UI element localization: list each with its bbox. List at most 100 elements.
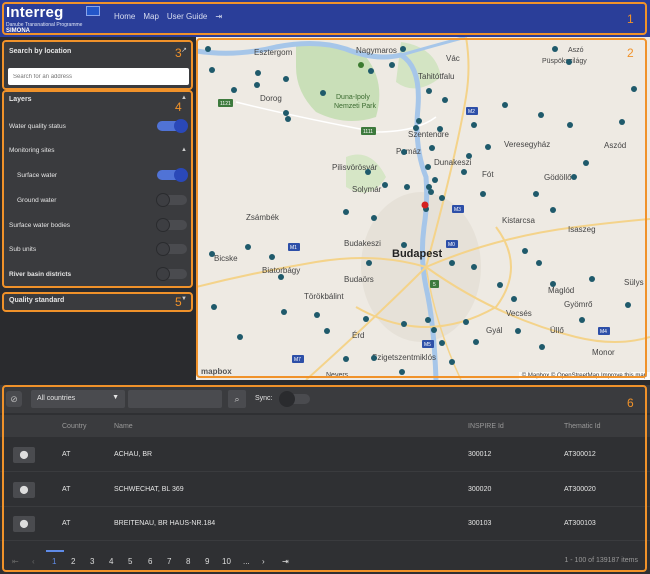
page-5[interactable]: 5 [128, 557, 132, 566]
selected-marker[interactable] [421, 201, 429, 209]
cell-thematic-id: AT300020 [564, 486, 596, 493]
cell-name: ACHAU, BR [114, 451, 153, 458]
prev-page-icon[interactable]: ‹ [32, 557, 35, 566]
cell-country: AT [62, 520, 71, 527]
annotation-number: 2 [627, 46, 634, 60]
sub-units-toggle[interactable] [156, 242, 187, 256]
country-select-value: All countries [37, 395, 76, 402]
layer-label: Sub units [9, 245, 37, 253]
collapse-arrow-icon[interactable]: ↗ [181, 46, 187, 54]
nav-map[interactable]: Map [143, 12, 159, 21]
svg-text:M2: M2 [468, 109, 475, 115]
map-label: Budaörs [344, 275, 374, 284]
page-4[interactable]: 4 [109, 557, 113, 566]
map-label: Zsámbék [246, 213, 280, 222]
layer-surface-water: Surface water [9, 168, 188, 182]
svg-text:1121: 1121 [220, 101, 231, 107]
app-root: Interreg Danube Transnational Programme … [0, 0, 650, 574]
interreg-logo[interactable]: Interreg Danube Transnational Programme … [4, 2, 108, 35]
svg-text:M5: M5 [424, 342, 431, 348]
next-page-icon[interactable]: › [262, 557, 265, 566]
table-search-input[interactable] [128, 390, 222, 408]
main-nav: Home Map User Guide ⇥ [114, 12, 222, 21]
map-attribution[interactable]: © Mapbox © OpenStreetMap Improve this ma… [518, 372, 650, 380]
items-count: 1 - 100 of 139187 items [564, 557, 638, 564]
top-header: Interreg Danube Transnational Programme … [0, 0, 650, 37]
water-quality-toggle[interactable] [157, 119, 188, 133]
map-label: Dorog [260, 94, 282, 103]
layer-monitoring-sites[interactable]: Monitoring sites ▲ [9, 144, 187, 156]
table-header: Country Name INSPIRE Id Thematic Id [0, 415, 650, 437]
map-pin-icon[interactable]: ⬤ [13, 482, 35, 498]
search-icon[interactable]: ⌕ [228, 390, 246, 408]
page-10[interactable]: 10 [222, 557, 231, 566]
logout-icon[interactable]: ⇥ [215, 12, 222, 21]
map-label: Budapest [392, 248, 442, 260]
clear-filter-icon[interactable]: ⊘ [6, 391, 22, 407]
column-header-thematic-id[interactable]: Thematic Id [564, 423, 601, 430]
page-3[interactable]: 3 [90, 557, 94, 566]
nav-home[interactable]: Home [114, 12, 135, 21]
map-label: Aszód [604, 141, 626, 150]
annotation-number: 4 [175, 100, 182, 114]
column-header-country[interactable]: Country [62, 423, 87, 430]
river-basin-districts-toggle[interactable] [156, 267, 187, 281]
active-page-indicator [46, 550, 64, 552]
map-label: Pomáz [396, 147, 421, 156]
page-2[interactable]: 2 [71, 557, 75, 566]
cell-country: AT [62, 486, 71, 493]
ground-water-toggle[interactable] [156, 193, 187, 207]
address-search-input[interactable] [8, 68, 189, 85]
cell-thematic-id: AT300012 [564, 451, 596, 458]
table-row[interactable]: ⬤ AT SCHWECHAT, BL 369 300020 AT300020 [0, 473, 650, 507]
map-label: Fót [482, 170, 494, 179]
layer-label: Water quality status [9, 122, 66, 130]
svg-text:M0: M0 [448, 242, 455, 248]
data-table-panel: ⊘ All countries ▼ ⌕ Sync: Country Name I… [0, 385, 650, 574]
table-toolbar: ⊘ All countries ▼ ⌕ Sync: [0, 385, 650, 413]
map-label: Püspökszilágy [542, 58, 587, 65]
map-label: Bicske [214, 254, 238, 263]
table-row[interactable]: ⬤ AT BREITENAU, BR HAUS-NR.184 300103 AT… [0, 507, 650, 541]
column-header-name[interactable]: Name [114, 423, 133, 430]
annotation-number: 5 [175, 295, 182, 309]
map-label: Sülys [624, 278, 644, 287]
map-label: Aszó [568, 47, 584, 54]
country-select[interactable]: All countries ▼ [31, 390, 125, 408]
page-1[interactable]: 1 [52, 557, 56, 566]
map-pin-icon[interactable]: ⬤ [13, 516, 35, 532]
last-page-icon[interactable]: ⇥ [282, 557, 289, 566]
nav-user-guide[interactable]: User Guide [167, 12, 207, 21]
page-9[interactable]: 9 [205, 557, 209, 566]
page-7[interactable]: 7 [167, 557, 171, 566]
page-6[interactable]: 6 [148, 557, 152, 566]
map-label: Esztergom [254, 48, 293, 57]
cell-name: SCHWECHAT, BL 369 [114, 486, 184, 493]
left-panel: Search by location ↗ Layers ▲ Water qual… [0, 37, 196, 380]
map-view[interactable]: Esztergom Nagymaros Vác Tahitótfalu Aszó… [196, 37, 650, 380]
surface-water-toggle[interactable] [157, 168, 188, 182]
map-label: Solymár [352, 185, 382, 194]
map-label: Szentendre [408, 130, 449, 139]
page-more[interactable]: ... [243, 557, 250, 566]
sync-toggle[interactable] [279, 391, 310, 407]
column-header-inspire-id[interactable]: INSPIRE Id [468, 423, 504, 430]
map-pin-icon[interactable]: ⬤ [13, 447, 35, 463]
map-label: Dunakeszi [434, 158, 472, 167]
mapbox-logo[interactable]: mapbox [201, 367, 232, 376]
first-page-icon[interactable]: ⇤ [12, 557, 19, 566]
layer-label: River basin districts [9, 270, 72, 278]
svg-text:M1: M1 [290, 245, 297, 251]
layer-river-basin-districts: River basin districts [9, 267, 187, 281]
svg-text:M3: M3 [454, 207, 461, 213]
svg-text:5: 5 [433, 282, 436, 288]
page-8[interactable]: 8 [186, 557, 190, 566]
caret-down-icon: ▼ [112, 394, 119, 401]
map-label: Isaszeg [568, 225, 596, 234]
surface-water-bodies-toggle[interactable] [156, 218, 187, 232]
map-label: Vác [446, 54, 460, 63]
quality-standard-card[interactable]: Quality standard ▼ [3, 292, 193, 310]
table-row[interactable]: ⬤ AT ACHAU, BR 300012 AT300012 [0, 438, 650, 472]
map-canvas[interactable]: Esztergom Nagymaros Vác Tahitótfalu Aszó… [196, 37, 650, 380]
chevron-up-icon[interactable]: ▲ [181, 147, 187, 153]
